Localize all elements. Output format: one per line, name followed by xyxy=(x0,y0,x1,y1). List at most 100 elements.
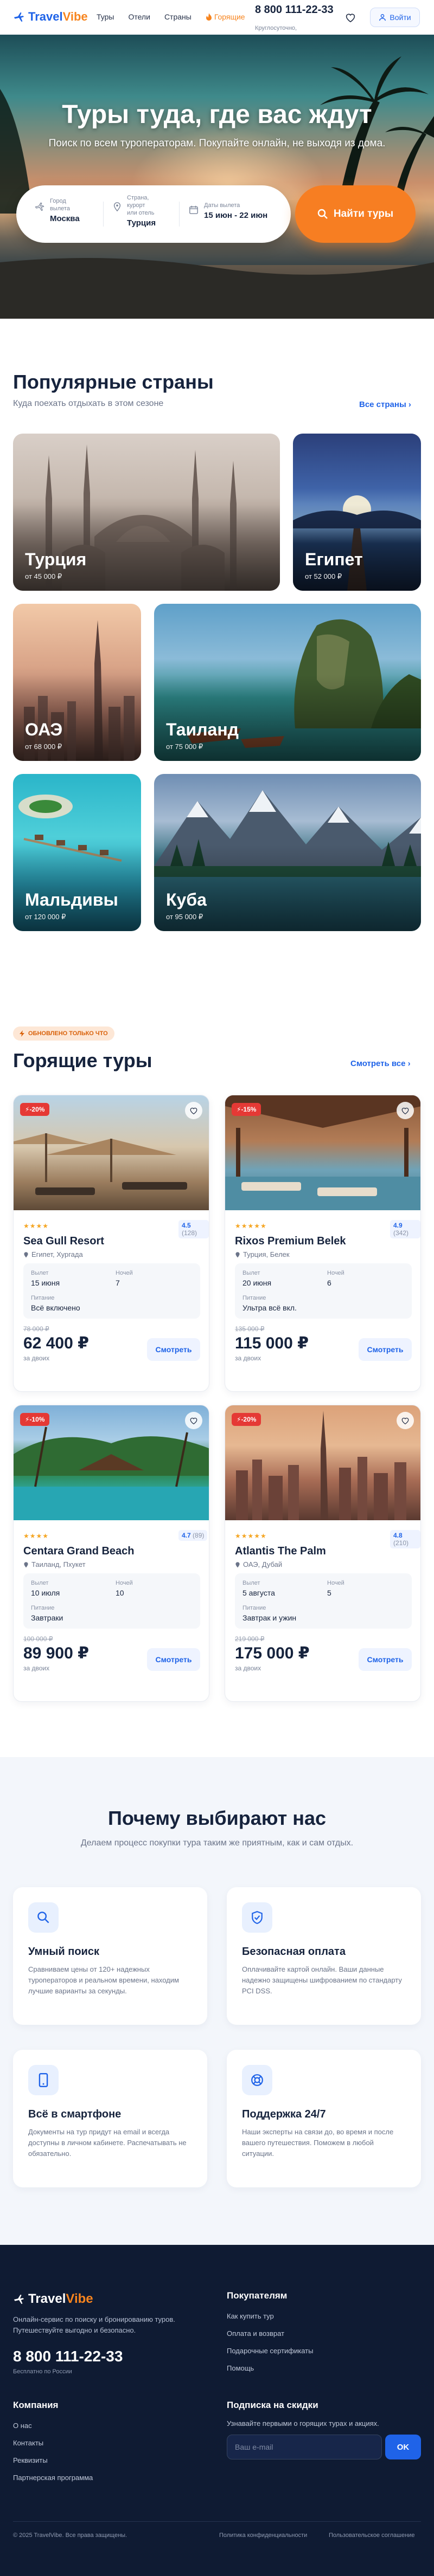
discount-badge: ⚡ -15% xyxy=(232,1103,261,1116)
feature-icon-box xyxy=(28,2065,59,2095)
country-name: Куба xyxy=(166,890,207,909)
nights-value: 5 xyxy=(327,1589,331,1597)
location-pin-icon xyxy=(24,1251,28,1257)
tour-card[interactable]: ⚡ -20% ★★★★★ 4.8 (210) Atlantis The Palm… xyxy=(225,1405,421,1702)
destination-label-2: курорт xyxy=(127,202,145,209)
footer-phone[interactable]: 8 800 111-22-33 xyxy=(13,2348,123,2365)
hotel-location: Таиланд, Пхукет xyxy=(23,1560,86,1568)
nav-item-tours[interactable]: Туры xyxy=(97,12,114,21)
rating-value: 4.8 xyxy=(393,1532,403,1539)
departure-value: Москва xyxy=(50,214,80,223)
favorite-button[interactable] xyxy=(397,1412,414,1429)
destination-value: Турция xyxy=(127,218,156,228)
nav-item-hot[interactable]: Горящие xyxy=(206,12,245,21)
country-card-egypt[interactable]: Египет от 52 000 ₽ xyxy=(293,434,421,591)
food-label: Питание xyxy=(242,1605,266,1611)
all-hot-tours-link[interactable]: Смотреть все › xyxy=(350,1059,411,1068)
footer-link[interactable]: Реквизиты xyxy=(13,2456,48,2464)
hotel-location: Турция, Белек xyxy=(235,1250,290,1258)
why-title: Почему выбирают нас xyxy=(107,1807,327,1829)
footer-logo[interactable]: TravelVibe xyxy=(13,2291,93,2307)
footer-link[interactable]: Оплата и возврат xyxy=(227,2329,284,2338)
tour-details: Вылет 5 августа Ночей 5 Питание Завтрак … xyxy=(235,1573,412,1629)
location-pin-icon xyxy=(113,202,121,211)
hotel-stars: ★★★★ xyxy=(23,1222,49,1230)
subscribe-text: Узнавайте первыми о горящих турах и акци… xyxy=(227,2419,379,2427)
country-name: Таиланд xyxy=(166,720,239,739)
rating-badge: 4.5 (128) xyxy=(178,1220,209,1238)
favorites-button[interactable] xyxy=(342,9,359,26)
country-price: от 120 000 ₽ xyxy=(25,913,66,921)
country-card-turkey[interactable]: Турция от 45 000 ₽ xyxy=(13,434,280,591)
all-countries-link[interactable]: Все страны › xyxy=(359,400,411,409)
country-card-uae[interactable]: ОАЭ от 68 000 ₽ xyxy=(13,604,141,761)
footer-link[interactable]: Контакты xyxy=(13,2439,43,2447)
departure-city-field[interactable]: Город вылета Москва xyxy=(35,197,80,223)
feature-icon-box xyxy=(242,2065,272,2095)
footer-link[interactable]: Партнерская программа xyxy=(13,2474,93,2482)
search-button[interactable]: Найти туры xyxy=(295,185,416,243)
search-icon xyxy=(37,1912,49,1923)
tour-card[interactable]: ⚡ -15% ★★★★★ 4.9 (342) Rixos Premium Bel… xyxy=(225,1095,421,1392)
fire-icon xyxy=(206,13,212,21)
updated-badge-label: ОБНОВЛЕНО ТОЛЬКО ЧТО xyxy=(28,1030,108,1037)
departure-label: Вылет xyxy=(242,1270,260,1276)
dates-field[interactable]: Даты вылета 15 июн - 22 июн xyxy=(189,202,267,220)
view-tour-button[interactable]: Смотреть xyxy=(359,1338,412,1361)
view-tour-button[interactable]: Смотреть xyxy=(359,1648,412,1671)
destination-label-3: или отель xyxy=(127,210,155,216)
nav-item-countries[interactable]: Страны xyxy=(164,12,192,21)
nights-label: Ночей xyxy=(116,1580,133,1586)
footer-link[interactable]: Подарочные сертификаты xyxy=(227,2347,313,2355)
destination-field[interactable]: Страна, курорт или отель Турция xyxy=(113,194,156,228)
location-pin-icon xyxy=(235,1561,240,1567)
favorite-button[interactable] xyxy=(397,1102,414,1119)
footer-link[interactable]: О нас xyxy=(13,2422,32,2430)
view-tour-button[interactable]: Смотреть xyxy=(147,1648,200,1671)
tour-details: Вылет 20 июня Ночей 6 Питание Ультра всё… xyxy=(235,1263,412,1319)
rating-badge: 4.7 (89) xyxy=(178,1530,208,1541)
dates-value: 15 июн - 22 июн xyxy=(204,211,268,220)
feature-desc: Документы на тур придут на email и всегд… xyxy=(28,2128,187,2158)
view-tour-button[interactable]: Смотреть xyxy=(147,1338,200,1361)
header-phone[interactable]: 8 800 111-22-33 xyxy=(255,3,334,16)
country-card-thailand[interactable]: Таиланд от 75 000 ₽ xyxy=(154,604,421,761)
plane-icon xyxy=(14,2294,24,2304)
footer-link[interactable]: Помощь xyxy=(227,2364,254,2372)
country-card-cuba[interactable]: Куба от 95 000 ₽ xyxy=(154,774,421,931)
discount-value: -20% xyxy=(241,1416,257,1423)
discount-badge: ⚡ -10% xyxy=(20,1413,50,1426)
nights-label: Ночей xyxy=(327,1580,344,1586)
feature-title: Поддержка 24/7 xyxy=(242,2108,326,2120)
footer-link[interactable]: Как купить тур xyxy=(227,2312,274,2320)
subscribe-button[interactable]: OK xyxy=(385,2435,421,2459)
country-card-maldives[interactable]: Мальдивы от 120 000 ₽ xyxy=(13,774,141,931)
hotel-name: Rixos Premium Belek xyxy=(235,1235,346,1247)
old-price: 78 000 ₽ xyxy=(23,1325,49,1333)
search-icon xyxy=(317,209,328,219)
favorite-button[interactable] xyxy=(185,1412,202,1429)
nav-item-hotels[interactable]: Отели xyxy=(128,12,150,21)
updated-badge: ОБНОВЛЕНО ТОЛЬКО ЧТО xyxy=(13,1026,114,1041)
privacy-link[interactable]: Политика конфиденциальности xyxy=(219,2532,307,2539)
footer-description: Онлайн-сервис по поиску и бронированию т… xyxy=(13,2315,175,2334)
terms-link[interactable]: Пользовательское соглашение xyxy=(329,2532,414,2539)
login-button[interactable]: Войти xyxy=(370,8,420,27)
tour-details: Вылет 15 июня Ночей 7 Питание Всё включе… xyxy=(23,1263,200,1319)
support-icon xyxy=(251,2074,263,2086)
location-text: ОАЭ, Дубай xyxy=(243,1560,283,1568)
heart-icon xyxy=(401,1417,409,1424)
countries-subtitle: Куда поехать отдыхать в этом сезоне xyxy=(13,399,164,408)
hotel-location: ОАЭ, Дубай xyxy=(235,1560,282,1568)
email-input[interactable]: Ваш e-mail xyxy=(227,2435,382,2459)
smartphone-icon xyxy=(39,2073,48,2087)
reviews-count: (342) xyxy=(393,1229,409,1237)
tour-card[interactable]: ⚡ -20% ★★★★ 4.5 (128) Sea Gull Resort Ег… xyxy=(13,1095,209,1392)
favorite-button[interactable] xyxy=(185,1102,202,1119)
country-name: ОАЭ xyxy=(25,720,63,739)
logo[interactable]: TravelVibe xyxy=(13,10,88,24)
tour-card[interactable]: ⚡ -10% ★★★★ 4.7 (89) Centara Grand Beach… xyxy=(13,1405,209,1702)
food-value: Ультра всё вкл. xyxy=(242,1303,297,1312)
footer-phone-note: Бесплатно по России xyxy=(13,2368,72,2375)
calendar-icon xyxy=(189,205,198,214)
